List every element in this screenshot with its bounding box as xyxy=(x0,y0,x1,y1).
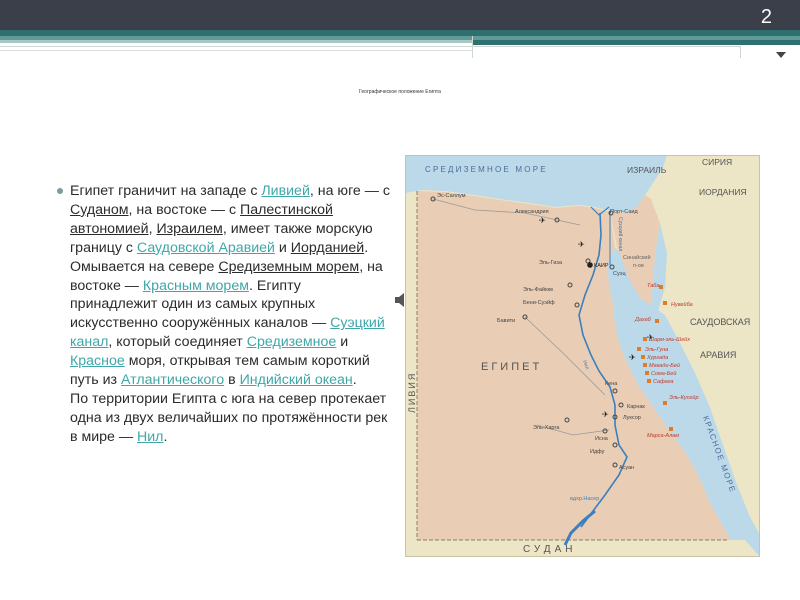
map-label-israel: ИЗРАИЛЬ xyxy=(627,165,667,175)
map-label-suez-canal: Суэцкий канал xyxy=(617,217,624,251)
link-libya[interactable]: Ливией xyxy=(261,183,310,199)
link-indian-ocean[interactable]: Индийский океан xyxy=(240,372,353,388)
divider xyxy=(740,46,741,58)
slide-number: 2 xyxy=(760,6,772,28)
map-label-libya: ЛИВИЯ xyxy=(407,372,417,413)
link-atlantic[interactable]: Атлантического xyxy=(121,372,224,388)
city-label: Порт-Саид xyxy=(610,209,638,215)
bullet-icon xyxy=(57,188,63,194)
link-mediterranean-sea[interactable]: Средиземным морем xyxy=(218,259,359,275)
svg-text:✈: ✈ xyxy=(629,353,636,362)
text: . xyxy=(163,428,168,445)
egypt-map: СРЕДИЗЕМНОЕ МОРЕ ИЗРАИЛЬ СИРИЯ ИОРДАНИЯ … xyxy=(405,155,760,557)
text: . xyxy=(352,372,357,389)
city-label: Эс-Саллум xyxy=(437,193,466,199)
link-jordan[interactable]: Иорданией xyxy=(291,240,364,256)
city-label: Идфу xyxy=(590,449,605,455)
airport-icon: ✈ xyxy=(629,353,636,362)
link-israel[interactable]: Израилем xyxy=(156,221,222,237)
link-red[interactable]: Красное xyxy=(70,353,125,369)
map-label-syria: СИРИЯ xyxy=(702,157,732,167)
svg-text:✈: ✈ xyxy=(602,410,609,419)
map-label-mediterranean: СРЕДИЗЕМНОЕ МОРЕ xyxy=(425,165,548,174)
city-label: Эль-Гиза xyxy=(539,260,563,266)
resort-label: Хургада xyxy=(646,355,668,361)
airport-icon: ✈ xyxy=(602,410,609,419)
resort-label: Сафага xyxy=(653,379,673,385)
map-label-jordan: ИОРДАНИЯ xyxy=(699,187,747,197)
map-label-sinai: Синайский xyxy=(623,254,651,261)
airport-icon: ✈ xyxy=(539,216,546,225)
link-nile[interactable]: Нил xyxy=(137,429,163,445)
text: Египет граничит на западе с xyxy=(70,183,262,199)
text: , на востоке — с xyxy=(128,201,241,218)
city-label: Эль-Файюм xyxy=(523,286,553,293)
city-label: Асуан xyxy=(619,465,634,471)
body-text: Египет граничит на западе с Ливией, на ю… xyxy=(70,182,390,447)
slide-title: Географическое положение Египта xyxy=(359,89,441,95)
city-label: Бавити xyxy=(497,318,515,324)
svg-text:✈: ✈ xyxy=(578,240,585,249)
resort-label: Сома-Бей xyxy=(651,370,676,377)
city-marker: Порт-Саид xyxy=(608,209,638,216)
link-mediterranean[interactable]: Средиземное xyxy=(247,334,337,350)
resort-label: Макади-Бей xyxy=(649,362,680,369)
header-stripe xyxy=(472,40,800,45)
divider xyxy=(0,50,472,51)
sudan-land xyxy=(417,540,760,557)
city-label: Луксор xyxy=(623,415,641,421)
text: , на юге — с xyxy=(309,183,390,199)
resort-label: Дахаб xyxy=(634,317,652,323)
link-saudi-arabia[interactable]: Саудовской Аравией xyxy=(137,240,275,256)
resort-marker: Макади-Бей xyxy=(643,362,680,369)
text: , который соединяет xyxy=(108,334,247,351)
city-label: КАИР xyxy=(594,263,609,269)
city-label: Суэц xyxy=(613,271,626,277)
map-label-nasser: вдхр.Насер xyxy=(570,496,599,502)
airport-icon: ✈ xyxy=(578,240,585,249)
resort-label: Эль-Кусейр xyxy=(669,394,699,401)
divider xyxy=(0,46,740,47)
resort-label: Марса-Алам xyxy=(647,433,679,439)
map-label-saudi-1: САУДОВСКАЯ xyxy=(690,317,750,327)
svg-text:✈: ✈ xyxy=(539,216,546,225)
resort-label: Нувейба xyxy=(671,301,693,308)
city-label: Исна xyxy=(595,436,609,442)
map-label-saudi-2: АРАВИЯ xyxy=(700,350,736,360)
resort-label: Эль-Гуна xyxy=(645,347,668,353)
resort-marker: Шарм-эль-Шейх xyxy=(643,336,690,343)
map-label-sinai-2: п-ов xyxy=(633,263,644,269)
link-sudan[interactable]: Суданом xyxy=(70,202,129,218)
corner-arrow-icon xyxy=(776,52,786,58)
city-label: Александрия xyxy=(515,209,549,215)
text: и xyxy=(336,334,349,351)
map-label-sudan: СУДАН xyxy=(523,544,576,555)
text: и xyxy=(274,239,291,256)
map-label-egypt: ЕГИПЕТ xyxy=(481,361,542,373)
city-label: Кена xyxy=(605,381,618,387)
slide-header-bar: 2 xyxy=(0,0,800,30)
header-stripe xyxy=(0,40,472,43)
city-label: Карнак xyxy=(627,404,645,410)
city-label: Бени-Суэйф xyxy=(523,299,555,306)
resort-label: Таба xyxy=(647,283,659,289)
text: По территории Египта с юга на север прот… xyxy=(70,390,388,445)
resort-label: Шарм-эль-Шейх xyxy=(649,336,690,343)
city-label: Эль-Харга xyxy=(533,425,560,431)
link-red-sea[interactable]: Красным морем xyxy=(143,278,249,294)
text: в xyxy=(224,372,240,389)
divider xyxy=(472,36,473,58)
